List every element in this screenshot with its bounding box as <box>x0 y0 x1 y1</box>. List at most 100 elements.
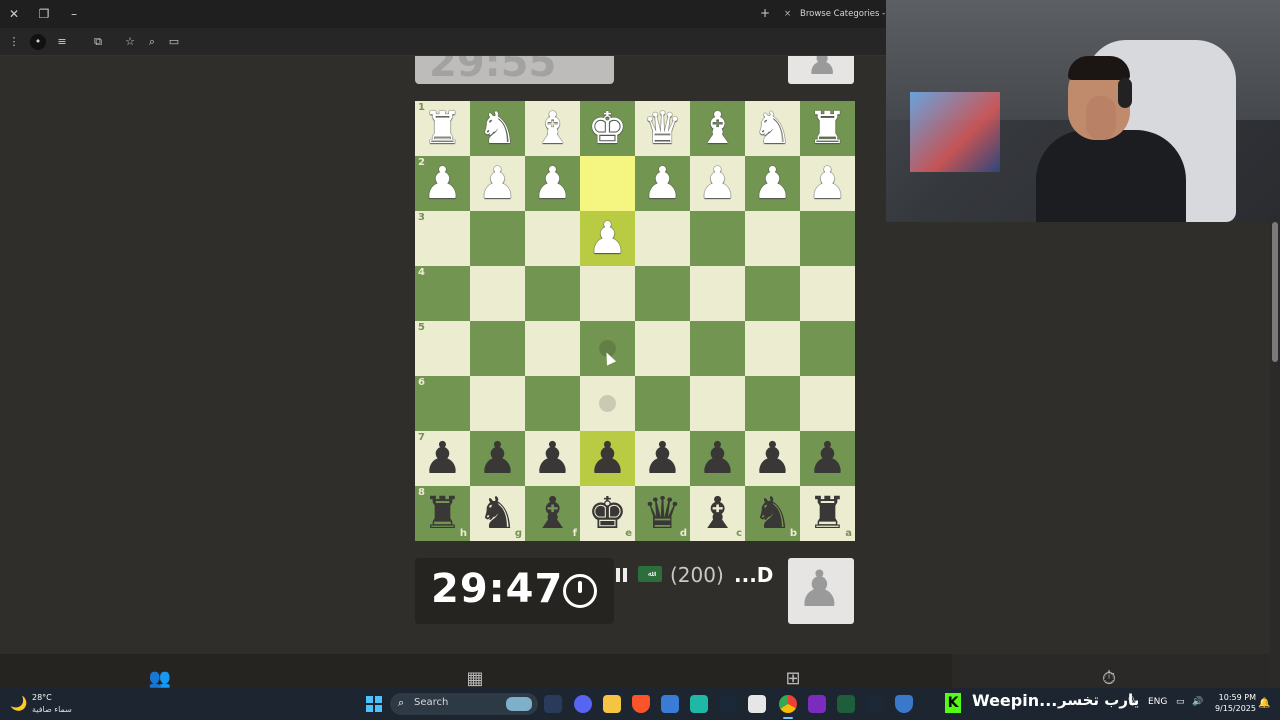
kick-icon[interactable]: K <box>945 693 961 713</box>
reading-list-icon[interactable]: ≡ <box>54 34 70 50</box>
white-queen-icon[interactable]: ♛ <box>635 101 690 156</box>
puzzle-icon[interactable]: ⧉ <box>90 34 106 50</box>
opponent-avatar[interactable]: ♟ <box>788 56 854 84</box>
board-square[interactable] <box>745 266 800 321</box>
board-square[interactable]: ♟ <box>800 156 855 211</box>
board-square[interactable]: ♟ <box>745 156 800 211</box>
black-pawn-icon[interactable]: ♟ <box>800 431 855 486</box>
board-square[interactable] <box>745 376 800 431</box>
board-icon[interactable]: ▦ <box>460 668 490 689</box>
board-square[interactable] <box>635 211 690 266</box>
excel-icon[interactable] <box>837 695 855 713</box>
board-square[interactable] <box>580 156 635 211</box>
board-square[interactable]: e ♚ <box>580 486 635 541</box>
black-pawn-icon[interactable]: ♟ <box>580 431 635 486</box>
browser-tab[interactable]: × Browse Categories - Kic <box>784 4 886 24</box>
white-pawn-icon[interactable]: ♟ <box>580 211 635 266</box>
board-square[interactable]: ♟ <box>470 431 525 486</box>
white-pawn-icon[interactable]: ♟ <box>690 156 745 211</box>
board-square[interactable] <box>580 266 635 321</box>
language-indicator[interactable]: ENG <box>1148 697 1167 707</box>
black-knight-icon[interactable]: ♞ <box>470 486 525 541</box>
player-avatar[interactable]: ♟ <box>788 558 854 624</box>
media-title[interactable]: Weepin... <box>972 691 1057 710</box>
board-square[interactable] <box>800 376 855 431</box>
board-square[interactable] <box>635 321 690 376</box>
microphone-icon[interactable]: 🎙 <box>1126 697 1137 707</box>
board-square[interactable]: 2 ♟ <box>415 156 470 211</box>
board-square[interactable]: ♜ <box>800 101 855 156</box>
black-knight-icon[interactable]: ♞ <box>745 486 800 541</box>
board-square[interactable] <box>800 211 855 266</box>
player-username[interactable]: ...D <box>734 563 773 587</box>
board-square[interactable] <box>580 376 635 431</box>
board-square[interactable]: ♟ <box>800 431 855 486</box>
board-square[interactable] <box>635 376 690 431</box>
white-pawn-icon[interactable]: ♟ <box>525 156 580 211</box>
board-square[interactable] <box>635 266 690 321</box>
black-king-icon[interactable]: ♚ <box>580 486 635 541</box>
board-square[interactable] <box>470 211 525 266</box>
steam-tray-icon[interactable] <box>866 695 884 713</box>
timer-nav-icon[interactable]: ⏱ <box>1094 668 1124 689</box>
black-pawn-icon[interactable]: ♟ <box>470 431 525 486</box>
white-pawn-icon[interactable]: ♟ <box>745 156 800 211</box>
black-pawn-icon[interactable]: ♟ <box>525 431 580 486</box>
white-rook-icon[interactable]: ♜ <box>800 101 855 156</box>
board-square[interactable] <box>690 266 745 321</box>
white-rook-icon[interactable]: ♜ <box>415 101 470 156</box>
board-square[interactable]: ♟ <box>470 156 525 211</box>
white-king-icon[interactable]: ♚ <box>580 101 635 156</box>
board-square[interactable]: ♟ <box>690 431 745 486</box>
board-square[interactable]: d ♛ <box>635 486 690 541</box>
board-square[interactable] <box>800 266 855 321</box>
board-square[interactable]: ♝ <box>690 101 745 156</box>
white-pawn-icon[interactable]: ♟ <box>415 156 470 211</box>
black-rook-icon[interactable]: ♜ <box>800 486 855 541</box>
close-tab-icon[interactable]: × <box>784 4 796 24</box>
discord-icon[interactable] <box>574 695 592 713</box>
restore-window-icon[interactable]: ❐ <box>36 6 52 22</box>
board-square[interactable] <box>525 376 580 431</box>
notification-bell-icon[interactable]: 🔔 <box>1258 698 1270 709</box>
board-square[interactable]: ♟ <box>635 431 690 486</box>
board-square[interactable]: ♟ <box>690 156 745 211</box>
board-square[interactable] <box>525 321 580 376</box>
board-square[interactable] <box>690 376 745 431</box>
board-square[interactable]: a ♜ <box>800 486 855 541</box>
store-icon[interactable] <box>661 695 679 713</box>
cast-icon[interactable]: ▭ <box>166 34 182 50</box>
board-square[interactable] <box>745 321 800 376</box>
shield-icon[interactable] <box>895 695 913 713</box>
board-square[interactable]: ♞ <box>470 101 525 156</box>
black-pawn-icon[interactable]: ♟ <box>635 431 690 486</box>
task-view-icon[interactable] <box>544 695 562 713</box>
new-game-icon[interactable]: ⊞ <box>778 668 808 689</box>
black-bishop-icon[interactable]: ♝ <box>525 486 580 541</box>
black-bishop-icon[interactable]: ♝ <box>690 486 745 541</box>
app-icon-teal[interactable] <box>690 695 708 713</box>
board-square[interactable] <box>580 321 635 376</box>
taskbar-search[interactable]: ⌕ Search <box>390 693 538 715</box>
board-square[interactable]: 7 ♟ <box>415 431 470 486</box>
board-square[interactable]: c ♝ <box>690 486 745 541</box>
bookmark-star-icon[interactable]: ☆ <box>122 34 138 50</box>
white-knight-icon[interactable]: ♞ <box>745 101 800 156</box>
menu-dots-icon[interactable]: ⋮ <box>6 34 22 50</box>
close-window-icon[interactable]: ✕ <box>6 6 22 22</box>
zoom-icon[interactable]: ⌕ <box>144 34 160 50</box>
move-hint-dot[interactable] <box>599 395 616 412</box>
minimize-window-icon[interactable]: – <box>66 6 82 22</box>
white-pawn-icon[interactable]: ♟ <box>470 156 525 211</box>
scroll-thumb[interactable] <box>1272 222 1278 362</box>
board-square[interactable]: f ♝ <box>525 486 580 541</box>
board-square[interactable]: 6 <box>415 376 470 431</box>
black-pawn-icon[interactable]: ♟ <box>745 431 800 486</box>
board-square[interactable]: ♟ <box>635 156 690 211</box>
board-square[interactable]: ♟ <box>525 431 580 486</box>
board-square[interactable] <box>745 211 800 266</box>
board-square[interactable]: b ♞ <box>745 486 800 541</box>
steam-icon[interactable] <box>719 695 737 713</box>
board-square[interactable]: 1 ♜ <box>415 101 470 156</box>
board-square[interactable] <box>470 376 525 431</box>
